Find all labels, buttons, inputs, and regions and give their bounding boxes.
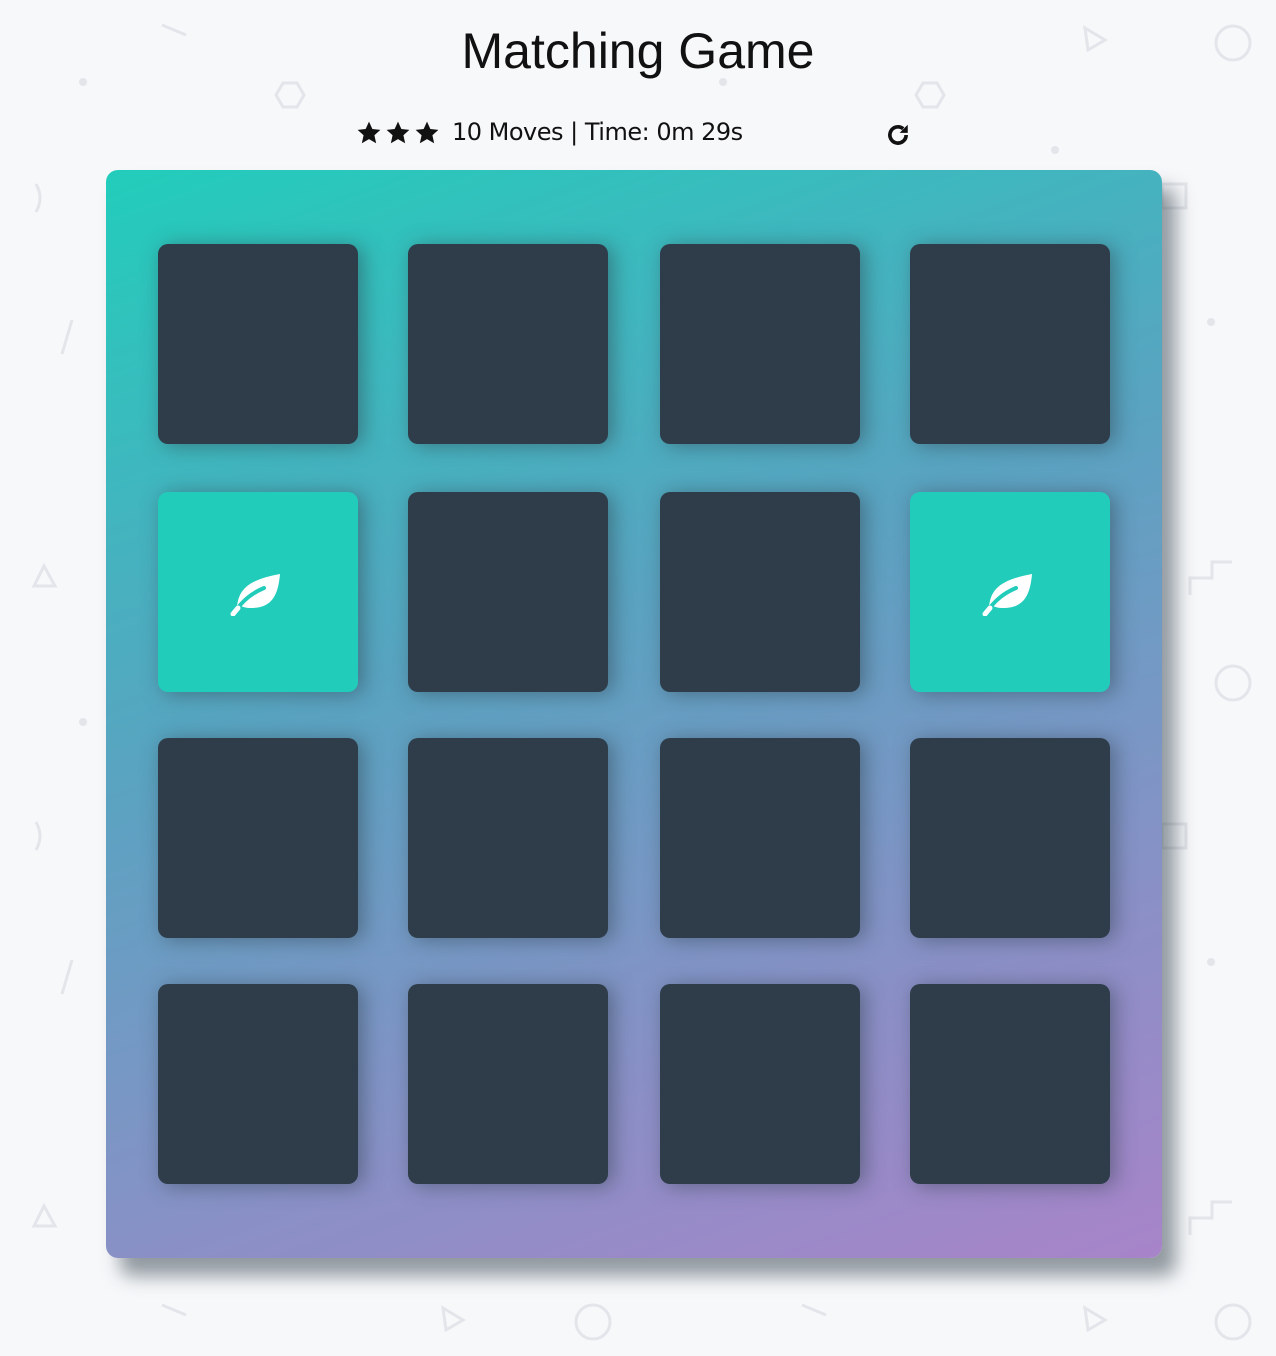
card[interactable] [158,984,358,1184]
moves-and-timer: 10 Moves | Time: 0m 29s [452,118,743,146]
card[interactable] [660,244,860,444]
star-rating [356,120,440,146]
page-title: Matching Game [461,23,815,79]
restart-button[interactable] [885,122,911,148]
card[interactable] [660,738,860,938]
repeat-icon [888,124,908,145]
card-deck [106,170,1162,1258]
card[interactable] [660,984,860,1184]
star-icon [357,121,381,144]
star-icon [386,121,410,144]
card[interactable] [158,738,358,938]
card-matched[interactable] [158,492,358,692]
card[interactable] [408,244,608,444]
star-icon [415,121,439,144]
score-panel: 10 Moves | Time: 0m 29s [356,116,916,152]
card[interactable] [910,244,1110,444]
leaf-icon [982,574,1032,616]
card[interactable] [408,492,608,692]
card[interactable] [408,738,608,938]
card[interactable] [408,984,608,1184]
card[interactable] [660,492,860,692]
card-matched[interactable] [910,492,1110,692]
card[interactable] [158,244,358,444]
leaf-icon [230,574,280,616]
card[interactable] [910,738,1110,938]
card[interactable] [910,984,1110,1184]
